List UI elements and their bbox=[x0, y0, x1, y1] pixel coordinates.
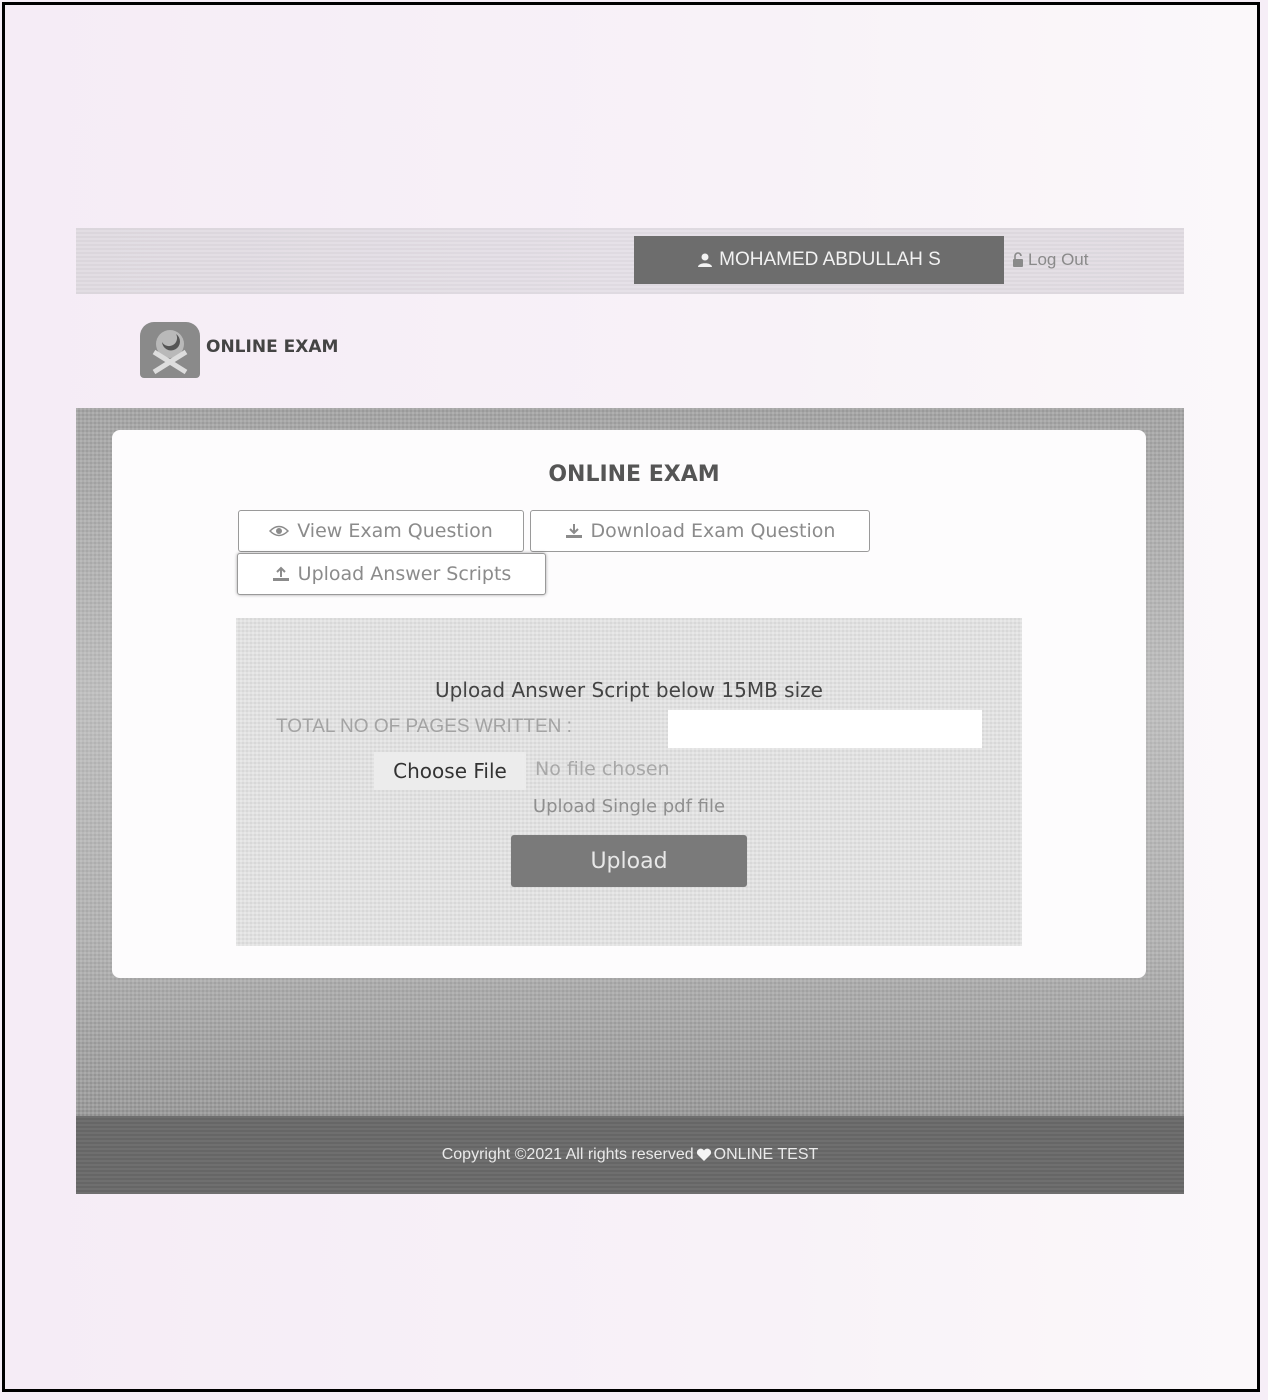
brand[interactable]: ONLINE EXAM bbox=[140, 322, 338, 378]
eye-icon bbox=[269, 525, 290, 537]
card-title: ONLINE EXAM bbox=[548, 462, 720, 487]
pages-written-label: TOTAL NO OF PAGES WRITTEN : bbox=[276, 716, 572, 737]
tab-upload-answer-scripts[interactable]: Upload Answer Scripts bbox=[237, 553, 546, 595]
tab-view-label: View Exam Question bbox=[297, 520, 493, 542]
no-file-chosen-text: No file chosen bbox=[535, 758, 670, 780]
footer: Copyright ©2021 All rights reserved ONLI… bbox=[76, 1116, 1184, 1194]
pages-written-input[interactable] bbox=[668, 710, 982, 748]
logo-icon bbox=[140, 322, 200, 378]
tab-upload-label: Upload Answer Scripts bbox=[297, 563, 512, 585]
user-icon bbox=[697, 252, 713, 268]
upload-note: Upload Single pdf file bbox=[532, 796, 726, 817]
logout-link[interactable]: Log Out bbox=[1012, 248, 1089, 272]
user-menu-button[interactable]: MOHAMED ABDULLAH S bbox=[634, 236, 1004, 284]
tab-download-exam-question[interactable]: Download Exam Question bbox=[530, 510, 870, 552]
unlock-icon bbox=[1012, 252, 1024, 268]
upload-icon bbox=[272, 566, 290, 582]
tab-download-label: Download Exam Question bbox=[590, 520, 836, 542]
brand-name: ONLINE EXAM bbox=[206, 337, 339, 357]
download-icon bbox=[565, 523, 583, 539]
upload-heading: Upload Answer Script below 15MB size bbox=[435, 678, 823, 702]
choose-file-button[interactable]: Choose File bbox=[374, 752, 526, 790]
footer-brand: ONLINE TEST bbox=[713, 1146, 819, 1163]
heart-icon bbox=[696, 1148, 712, 1162]
logout-label: Log Out bbox=[1028, 250, 1089, 269]
footer-copyright: Copyright ©2021 All rights reserved bbox=[441, 1146, 694, 1163]
upload-button[interactable]: Upload bbox=[511, 835, 747, 887]
upload-panel bbox=[236, 618, 1022, 946]
user-name: MOHAMED ABDULLAH S bbox=[719, 249, 941, 270]
tab-view-exam-question[interactable]: View Exam Question bbox=[238, 510, 524, 552]
